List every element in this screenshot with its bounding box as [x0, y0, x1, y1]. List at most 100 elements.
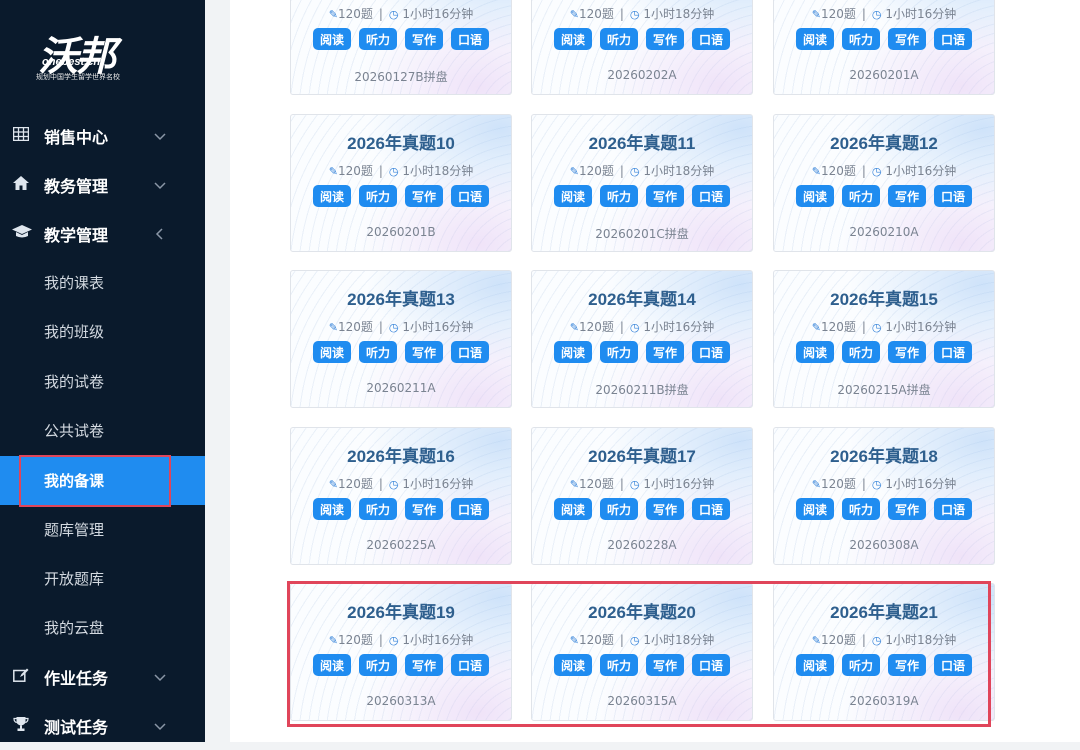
- tag-reading-button[interactable]: 阅读: [554, 185, 592, 207]
- tag-reading-button[interactable]: 阅读: [796, 498, 834, 520]
- tag-reading-button[interactable]: 阅读: [554, 654, 592, 676]
- lesson-card[interactable]: ✎120题 | ◷ 1小时16分钟 阅读 听力 写作 口语 20260127B拼盘: [290, 0, 512, 95]
- tag-listening-button[interactable]: 听力: [600, 498, 638, 520]
- lesson-card[interactable]: 2026年真题13 ✎120题 | ◷ 1小时16分钟 阅读 听力 写作 口语 20260211…: [290, 270, 512, 408]
- card-title[interactable]: 2026年真题15: [774, 285, 994, 310]
- tag-reading-button[interactable]: 阅读: [796, 28, 834, 50]
- tag-listening-button[interactable]: 听力: [842, 28, 880, 50]
- tag-writing-button[interactable]: 写作: [646, 341, 684, 363]
- lesson-card[interactable]: 2026年真题12 ✎120题 | ◷ 1小时16分钟 阅读 听力 写作 口语 20260210…: [773, 114, 995, 252]
- menu-academic-affairs[interactable]: 教务管理: [0, 160, 205, 209]
- tag-speaking-button[interactable]: 口语: [451, 498, 489, 520]
- tag-reading-button[interactable]: 阅读: [554, 341, 592, 363]
- menu-test-tasks[interactable]: 测试任务: [0, 701, 205, 750]
- tag-reading-button[interactable]: 阅读: [313, 654, 351, 676]
- tag-reading-button[interactable]: 阅读: [313, 185, 351, 207]
- card-title[interactable]: 2026年真题12: [774, 129, 994, 154]
- card-title[interactable]: 2026年真题18: [774, 442, 994, 467]
- tag-writing-button[interactable]: 写作: [405, 341, 443, 363]
- tag-speaking-button[interactable]: 口语: [692, 498, 730, 520]
- card-title[interactable]: 2026年真题19: [291, 598, 511, 623]
- tag-listening-button[interactable]: 听力: [842, 185, 880, 207]
- lesson-card[interactable]: 2026年真题18 ✎120题 | ◷ 1小时16分钟 阅读 听力 写作 口语 20260308…: [773, 427, 995, 565]
- tag-listening-button[interactable]: 听力: [600, 185, 638, 207]
- tag-reading-button[interactable]: 阅读: [796, 341, 834, 363]
- tag-writing-button[interactable]: 写作: [646, 498, 684, 520]
- menu-sales-center[interactable]: 销售中心: [0, 111, 205, 160]
- tag-reading-button[interactable]: 阅读: [796, 654, 834, 676]
- tag-listening-button[interactable]: 听力: [359, 185, 397, 207]
- tag-speaking-button[interactable]: 口语: [934, 341, 972, 363]
- tag-writing-button[interactable]: 写作: [405, 654, 443, 676]
- lesson-card[interactable]: 2026年真题10 ✎120题 | ◷ 1小时18分钟 阅读 听力 写作 口语 20260201…: [290, 114, 512, 252]
- tag-writing-button[interactable]: 写作: [888, 498, 926, 520]
- tag-speaking-button[interactable]: 口语: [692, 185, 730, 207]
- logo[interactable]: 沃邦 onebest.cn 规划中国学生留学世界名校: [36, 24, 166, 86]
- tag-listening-button[interactable]: 听力: [359, 654, 397, 676]
- tag-reading-button[interactable]: 阅读: [554, 498, 592, 520]
- lesson-card[interactable]: 2026年真题14 ✎120题 | ◷ 1小时16分钟 阅读 听力 写作 口语 20260211…: [531, 270, 753, 408]
- tag-speaking-button[interactable]: 口语: [934, 498, 972, 520]
- card-title[interactable]: 2026年真题13: [291, 285, 511, 310]
- tag-reading-button[interactable]: 阅读: [796, 185, 834, 207]
- tag-writing-button[interactable]: 写作: [646, 654, 684, 676]
- menu-teaching-management[interactable]: 教学管理: [0, 209, 205, 258]
- sidebar-item-cloud-drive[interactable]: 我的云盘: [0, 603, 205, 652]
- lesson-card[interactable]: 2026年真题16 ✎120题 | ◷ 1小时16分钟 阅读 听力 写作 口语 20260225…: [290, 427, 512, 565]
- tag-writing-button[interactable]: 写作: [646, 185, 684, 207]
- sidebar-item-open-bank[interactable]: 开放题库: [0, 554, 205, 603]
- sidebar-item-my-papers[interactable]: 我的试卷: [0, 357, 205, 406]
- tag-speaking-button[interactable]: 口语: [934, 28, 972, 50]
- card-title[interactable]: 2026年真题20: [532, 598, 752, 623]
- card-title[interactable]: 2026年真题17: [532, 442, 752, 467]
- sidebar-item-my-schedule[interactable]: 我的课表: [0, 258, 205, 307]
- tag-listening-button[interactable]: 听力: [842, 498, 880, 520]
- lesson-card[interactable]: 2026年真题15 ✎120题 | ◷ 1小时16分钟 阅读 听力 写作 口语 20260215…: [773, 270, 995, 408]
- tag-listening-button[interactable]: 听力: [359, 341, 397, 363]
- tag-writing-button[interactable]: 写作: [888, 185, 926, 207]
- tag-speaking-button[interactable]: 口语: [451, 28, 489, 50]
- tag-speaking-button[interactable]: 口语: [451, 341, 489, 363]
- tag-speaking-button[interactable]: 口语: [934, 185, 972, 207]
- tag-writing-button[interactable]: 写作: [888, 341, 926, 363]
- tag-listening-button[interactable]: 听力: [600, 341, 638, 363]
- tag-speaking-button[interactable]: 口语: [934, 654, 972, 676]
- tag-speaking-button[interactable]: 口语: [692, 28, 730, 50]
- lesson-card[interactable]: 2026年真题11 ✎120题 | ◷ 1小时18分钟 阅读 听力 写作 口语 20260201…: [531, 114, 753, 252]
- tag-writing-button[interactable]: 写作: [888, 28, 926, 50]
- lesson-card[interactable]: ✎120题 | ◷ 1小时16分钟 阅读 听力 写作 口语 20260201A: [773, 0, 995, 95]
- lesson-card[interactable]: 2026年真题20 ✎120题 | ◷ 1小时18分钟 阅读 听力 写作 口语 20260315…: [531, 583, 753, 721]
- tag-reading-button[interactable]: 阅读: [313, 28, 351, 50]
- tag-reading-button[interactable]: 阅读: [313, 341, 351, 363]
- tag-listening-button[interactable]: 听力: [842, 654, 880, 676]
- tag-listening-button[interactable]: 听力: [600, 28, 638, 50]
- card-title[interactable]: 2026年真题11: [532, 129, 752, 154]
- sidebar-item-question-bank[interactable]: 题库管理: [0, 505, 205, 554]
- card-title[interactable]: 2026年真题16: [291, 442, 511, 467]
- lesson-card[interactable]: 2026年真题19 ✎120题 | ◷ 1小时16分钟 阅读 听力 写作 口语 20260313…: [290, 583, 512, 721]
- menu-homework-tasks[interactable]: 作业任务: [0, 652, 205, 701]
- tag-speaking-button[interactable]: 口语: [451, 185, 489, 207]
- tag-writing-button[interactable]: 写作: [405, 498, 443, 520]
- sidebar-item-my-classes[interactable]: 我的班级: [0, 307, 205, 356]
- card-title[interactable]: 2026年真题10: [291, 129, 511, 154]
- tag-reading-button[interactable]: 阅读: [554, 28, 592, 50]
- tag-listening-button[interactable]: 听力: [600, 654, 638, 676]
- card-title[interactable]: 2026年真题14: [532, 285, 752, 310]
- sidebar-item-public-papers[interactable]: 公共试卷: [0, 406, 205, 455]
- lesson-card[interactable]: 2026年真题21 ✎120题 | ◷ 1小时18分钟 阅读 听力 写作 口语 20260319…: [773, 583, 995, 721]
- card-title[interactable]: 2026年真题21: [774, 598, 994, 623]
- tag-writing-button[interactable]: 写作: [405, 28, 443, 50]
- tag-writing-button[interactable]: 写作: [405, 185, 443, 207]
- tag-speaking-button[interactable]: 口语: [692, 654, 730, 676]
- tag-speaking-button[interactable]: 口语: [692, 341, 730, 363]
- tag-speaking-button[interactable]: 口语: [451, 654, 489, 676]
- lesson-card[interactable]: ✎120题 | ◷ 1小时18分钟 阅读 听力 写作 口语 20260202A: [531, 0, 753, 95]
- tag-writing-button[interactable]: 写作: [646, 28, 684, 50]
- tag-listening-button[interactable]: 听力: [359, 28, 397, 50]
- tag-reading-button[interactable]: 阅读: [313, 498, 351, 520]
- tag-writing-button[interactable]: 写作: [888, 654, 926, 676]
- lesson-card[interactable]: 2026年真题17 ✎120题 | ◷ 1小时16分钟 阅读 听力 写作 口语 20260228…: [531, 427, 753, 565]
- tag-listening-button[interactable]: 听力: [359, 498, 397, 520]
- tag-listening-button[interactable]: 听力: [842, 341, 880, 363]
